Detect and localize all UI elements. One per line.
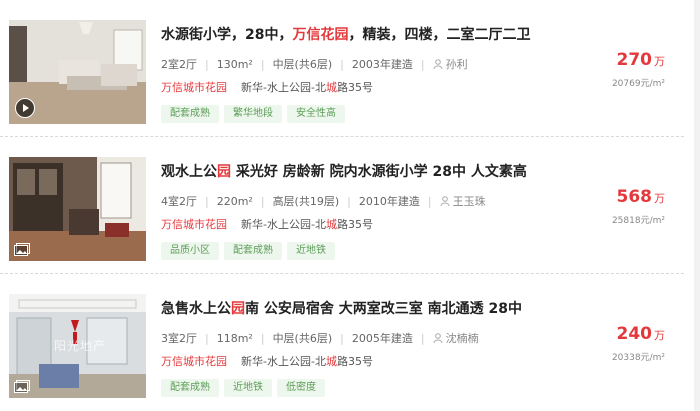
- tag-list: 品质小区 配套成熟 近地铁: [161, 238, 340, 260]
- agent[interactable]: 沈楠楠: [433, 332, 479, 345]
- built-year: 2010年建造: [358, 195, 420, 208]
- agent[interactable]: 孙利: [433, 58, 468, 71]
- area: 220m²: [216, 195, 253, 208]
- built-year: 2005年建造: [351, 332, 413, 345]
- listing-photo[interactable]: [9, 157, 146, 261]
- layout: 3室2厅: [161, 332, 197, 345]
- listing-card[interactable]: 水源街小学，28中，万信花园，精装，四楼，二室二厅二卫 2室2厅 | 130m² | 中…: [0, 0, 700, 136]
- tag: 配套成熟: [161, 105, 219, 123]
- floor: 中层(共6层): [272, 332, 333, 345]
- layout: 4室2厅: [161, 195, 197, 208]
- tag: 近地铁: [224, 379, 272, 397]
- total-price: 240 万: [616, 324, 666, 344]
- community-link[interactable]: 万信城市花园: [161, 81, 227, 94]
- listing-photo[interactable]: 阳光地产: [9, 294, 146, 398]
- listing-meta: 2室2厅 | 130m² | 中层(共6层) | 2003年建造 | 孙利: [161, 58, 468, 71]
- listing-meta: 4室2厅 | 220m² | 高层(共19层) | 2010年建造 | 王玉珠: [161, 195, 486, 208]
- listing-title[interactable]: 急售水上公园南 公安局宿舍 大两室改三室 南北通透 28中: [161, 298, 522, 318]
- person-icon: [433, 333, 443, 343]
- listing-card[interactable]: 观水上公园 采光好 房龄新 院内水源街小学 28中 人文素高 4室2厅 | 220m…: [0, 137, 700, 273]
- built-year: 2003年建造: [351, 58, 413, 71]
- floor: 高层(共19层): [272, 195, 340, 208]
- listing-address: 万信城市花园 新华-水上公园-北城路35号: [161, 81, 373, 94]
- listing-address: 万信城市花园 新华-水上公园-北城路35号: [161, 218, 373, 231]
- gallery-icon: [14, 243, 30, 256]
- listing-meta: 3室2厅 | 118m² | 中层(共6层) | 2005年建造 | 沈楠楠: [161, 332, 479, 345]
- total-price: 568 万: [616, 187, 666, 207]
- community-link[interactable]: 万信城市花园: [161, 218, 227, 231]
- area: 130m²: [216, 58, 253, 71]
- floor: 中层(共6层): [272, 58, 333, 71]
- scrollbar[interactable]: [694, 0, 700, 411]
- tag: 近地铁: [287, 242, 335, 260]
- tag: 配套成熟: [161, 379, 219, 397]
- listing-address: 万信城市花园 新华-水上公园-北城路35号: [161, 355, 373, 368]
- tag: 配套成熟: [224, 242, 282, 260]
- listing-card[interactable]: 阳光地产 急售水上公园南 公安局宿舍 大两室改三室 南北通透 28中 3室2厅 |…: [0, 274, 700, 410]
- unit-price: 20769元/m²: [611, 79, 665, 89]
- tag: 安全性高: [287, 105, 345, 123]
- unit-price: 20338元/m²: [611, 353, 665, 363]
- unit-price: 25818元/m²: [611, 216, 665, 226]
- gallery-icon: [14, 380, 30, 393]
- area: 118m²: [216, 332, 253, 345]
- tag-list: 配套成熟 近地铁 低密度: [161, 375, 330, 397]
- tag: 繁华地段: [224, 105, 282, 123]
- listing-title[interactable]: 观水上公园 采光好 房龄新 院内水源街小学 28中 人文素高: [161, 161, 527, 181]
- watermark: 阳光地产: [54, 339, 107, 353]
- agent[interactable]: 王玉珠: [440, 195, 486, 208]
- person-icon: [440, 196, 450, 206]
- person-icon: [433, 59, 443, 69]
- listing-title[interactable]: 水源街小学，28中，万信花园，精装，四楼，二室二厅二卫: [161, 24, 530, 44]
- play-icon[interactable]: [15, 98, 35, 118]
- layout: 2室2厅: [161, 58, 197, 71]
- community-link[interactable]: 万信城市花园: [161, 355, 227, 368]
- total-price: 270 万: [616, 50, 666, 70]
- tag: 低密度: [277, 379, 325, 397]
- listing-photo[interactable]: [9, 20, 146, 124]
- tag-list: 配套成熟 繁华地段 安全性高: [161, 101, 350, 123]
- tag: 品质小区: [161, 242, 219, 260]
